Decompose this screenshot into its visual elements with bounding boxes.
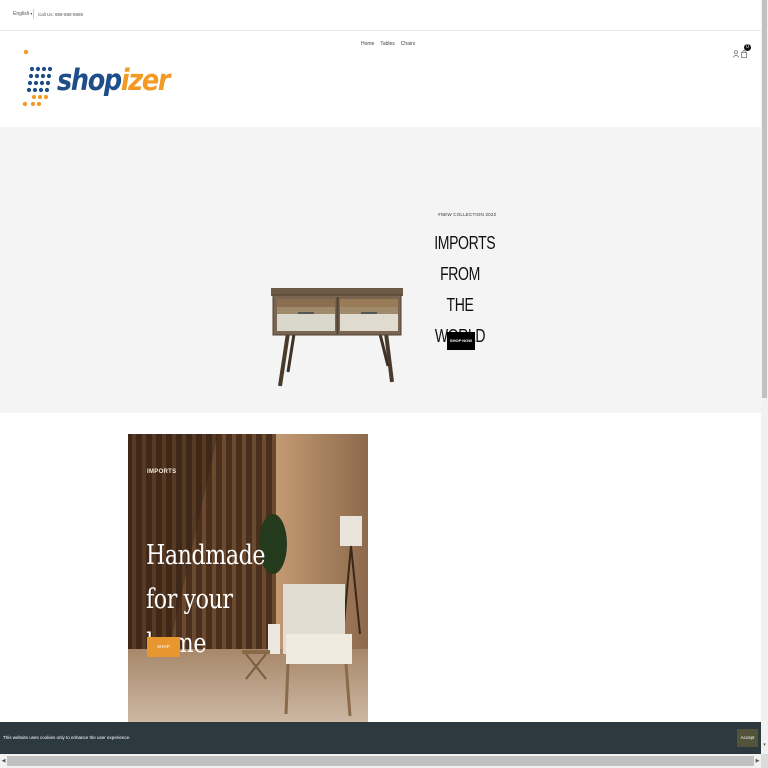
language-label: English	[13, 11, 30, 17]
scroll-left-arrow-icon[interactable]: ◀	[0, 754, 7, 768]
cookie-consent-bar: This website uses cookies only to enhanc…	[0, 722, 761, 754]
horizontal-scrollbar-thumb[interactable]	[7, 756, 754, 766]
page-viewport: English▾ Call Us: 888-888-8888 shopizer …	[0, 0, 761, 754]
promo-shop-button[interactable]: SHOP	[147, 637, 180, 657]
console-table-image	[271, 288, 403, 387]
nav-item-home[interactable]: Home	[361, 41, 374, 47]
nav-item-chairs[interactable]: Chairs	[401, 41, 415, 47]
main-nav: Home Tables Chairs	[361, 41, 415, 47]
browser-page: English▾ Call Us: 888-888-8888 shopizer …	[0, 0, 768, 768]
accept-cookies-button[interactable]: Accept	[737, 729, 758, 747]
shop-now-button[interactable]: SHOP NOW	[447, 332, 475, 350]
hero-subtitle: #NEW COLLECTION 2022	[438, 212, 497, 217]
top-bar: English▾ Call Us: 888-888-8888	[0, 0, 761, 31]
header-icons: 0	[733, 44, 753, 60]
scroll-down-arrow-icon[interactable]: ▾	[761, 739, 768, 751]
hero-title-line: FROM THE	[440, 264, 480, 315]
top-bar-divider	[33, 9, 34, 19]
language-selector[interactable]: English▾	[13, 11, 32, 17]
phone-text: Call Us: 888-888-8888	[38, 12, 84, 17]
shopping-bag-icon[interactable]	[741, 50, 747, 58]
cookie-message: This website uses cookies only to enhanc…	[3, 735, 131, 740]
scroll-right-arrow-icon[interactable]: ▶	[754, 754, 761, 768]
site-header: shopizer Home Tables Chairs 0	[0, 31, 761, 127]
nav-item-tables[interactable]: Tables	[380, 41, 394, 47]
cart-count-badge: 0	[744, 44, 751, 51]
promo-tag: IMPORTS	[147, 469, 177, 475]
shopizer-logo[interactable]: shopizer	[22, 48, 170, 108]
logo-wordmark: shopizer	[57, 63, 170, 97]
user-icon[interactable]	[733, 50, 739, 58]
vertical-scrollbar-thumb[interactable]	[762, 0, 767, 398]
promo-banner[interactable]: IMPORTS Handmade for your home SHOP	[128, 434, 368, 722]
scrollbar-corner	[761, 754, 768, 768]
logo-dots-icon	[22, 49, 53, 107]
hero-title-line: IMPORTS	[434, 233, 496, 253]
